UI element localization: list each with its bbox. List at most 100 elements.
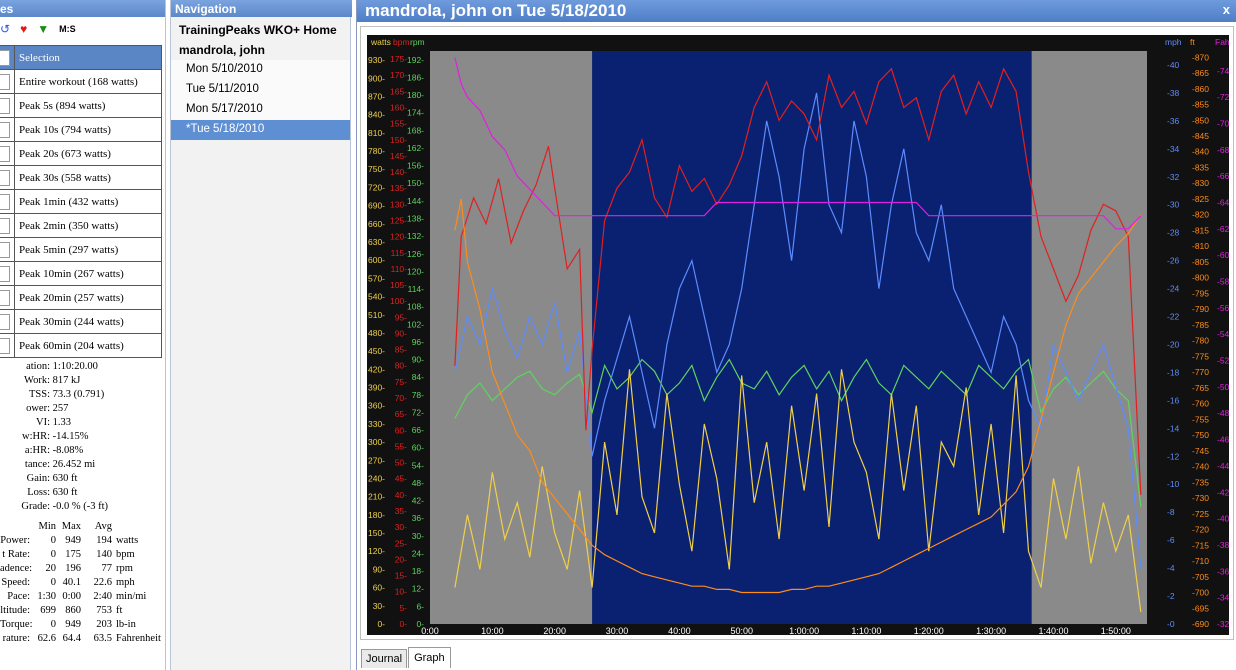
bpm-tick-label: 155-	[390, 119, 407, 129]
minmax-avg: 2:40	[93, 591, 112, 602]
minmax-min: 62.6	[37, 633, 56, 644]
peak-checkbox[interactable]	[0, 213, 15, 238]
down-arrow-icon[interactable]: ▼	[37, 23, 49, 35]
minmax-avg: 203	[96, 619, 112, 630]
graph-window: mandrola, john on Tue 5/18/2010 x 0- 30- 6…	[356, 0, 1236, 670]
peak-checkbox[interactable]	[0, 69, 15, 94]
bpm-tick-label: 15-	[395, 571, 407, 581]
peak-row[interactable]: Peak 60min (204 watts)	[0, 333, 162, 358]
x-tick-label: 40:00	[668, 626, 691, 635]
ft-tick-label: -695	[1192, 603, 1209, 613]
peak-label: Peak 10s (794 watts)	[14, 117, 162, 142]
minmax-max: 949	[65, 535, 81, 546]
rpm-tick-label: 156-	[407, 161, 424, 171]
peak-checkbox[interactable]	[0, 117, 15, 142]
undo-icon[interactable]: ↺	[0, 23, 10, 35]
rpm-tick-label: 96-	[412, 337, 424, 347]
rpm-tick-label: 150-	[407, 178, 424, 188]
nav-date-item[interactable]: *Tue 5/18/2010	[171, 120, 350, 140]
minmax-min: 0	[50, 535, 56, 546]
minmax-min: 0	[50, 619, 56, 630]
rpm-tick-label: 54-	[412, 460, 424, 470]
heart-icon[interactable]: ♥	[20, 23, 27, 35]
watts-tick-label: 30-	[373, 601, 385, 611]
close-icon[interactable]: x	[1223, 2, 1230, 17]
tab-graph[interactable]: Graph	[408, 647, 451, 668]
peaks-panel: es ↺ ♥ ▼ M:S Selection Entire workout (1…	[0, 0, 166, 670]
nav-date-item[interactable]: Mon 5/10/2010	[171, 60, 350, 80]
workout-stats: ation: 1:10:20.00 Work: 817 kJ TSS: 73.3 (…	[0, 361, 165, 647]
peak-row[interactable]: Peak 1min (432 watts)	[0, 189, 162, 214]
peak-row[interactable]: Peak 2min (350 watts)	[0, 213, 162, 238]
peak-checkbox[interactable]	[0, 237, 15, 262]
minmax-row: Speed: 0 40.1 22.6 mph	[0, 577, 165, 591]
select-all-checkbox[interactable]	[0, 45, 15, 70]
ft-tick-label: -810	[1192, 241, 1209, 251]
rpm-axis-label: rpm	[410, 37, 425, 47]
x-tick-label: 30:00	[606, 626, 629, 635]
bpm-tick-label: 75-	[395, 377, 407, 387]
peak-row[interactable]: Peak 30s (558 watts)	[0, 165, 162, 190]
stat-label: Gain:	[26, 473, 50, 484]
ft-tick-label: -785	[1192, 320, 1209, 330]
minmax-unit: ft	[116, 605, 123, 616]
peak-row[interactable]: Peak 20min (257 watts)	[0, 285, 162, 310]
peak-row[interactable]: Peak 5min (297 watts)	[0, 237, 162, 262]
ms-toggle[interactable]: M:S	[59, 23, 76, 35]
stat-value: 630 ft	[52, 473, 78, 484]
minmax-row: Pace: 1:30 0:00 2:40 min/mi	[0, 591, 165, 605]
rpm-tick-label: 24-	[412, 548, 424, 558]
ft-tick-label: -790	[1192, 304, 1209, 314]
stat-row: Loss: 630 ft	[0, 487, 165, 501]
ft-tick-label: -700	[1192, 588, 1209, 598]
selection-header: Selection	[14, 45, 162, 70]
mph-tick-label: -38	[1167, 88, 1180, 98]
ft-tick-label: -770	[1192, 367, 1209, 377]
ft-axis-label: ft	[1190, 37, 1195, 47]
peak-row[interactable]: Peak 10s (794 watts)	[0, 117, 162, 142]
peak-checkbox[interactable]	[0, 285, 15, 310]
ft-tick-label: -710	[1192, 556, 1209, 566]
ft-tick-label: -795	[1192, 288, 1209, 298]
nav-date-item[interactable]: Mon 5/17/2010	[171, 100, 350, 120]
peak-checkbox[interactable]	[0, 333, 15, 358]
x-tick-label: 1:50:00	[1101, 626, 1131, 635]
nav-athlete[interactable]: mandrola, john	[171, 40, 350, 60]
rpm-tick-label: 120-	[407, 266, 424, 276]
peak-row[interactable]: Peak 5s (894 watts)	[0, 93, 162, 118]
peak-checkbox[interactable]	[0, 93, 15, 118]
peaks-table-header: Selection	[0, 45, 162, 70]
nav-home[interactable]: TrainingPeaks WKO+ Home	[171, 20, 350, 40]
ft-tick-label: -750	[1192, 430, 1209, 440]
peak-checkbox[interactable]	[0, 141, 15, 166]
x-tick-label: 0:00	[421, 626, 439, 635]
stat-label: Work:	[24, 375, 50, 386]
mph-tick-label: -10	[1167, 479, 1180, 489]
stat-label: ower:	[26, 403, 50, 414]
stat-value: 257	[52, 403, 69, 414]
minmax-label: t Rate:	[2, 549, 30, 560]
ft-tick-label: -690	[1192, 619, 1209, 629]
workout-chart[interactable]: 0- 30- 60- 90- 120- 150- 180- 210- 240- 270- 300- 3…	[367, 35, 1229, 635]
peak-row[interactable]: Peak 10min (267 watts)	[0, 261, 162, 286]
peak-checkbox[interactable]	[0, 309, 15, 334]
watts-tick-label: 570-	[368, 273, 385, 283]
peak-checkbox[interactable]	[0, 165, 15, 190]
peak-label: Peak 1min (432 watts)	[14, 189, 162, 214]
peak-row[interactable]: Peak 30min (244 watts)	[0, 309, 162, 334]
peak-row[interactable]: Peak 20s (673 watts)	[0, 141, 162, 166]
stat-label: ation:	[26, 361, 50, 372]
ft-tick-label: -850	[1192, 115, 1209, 125]
peak-label: Peak 2min (350 watts)	[14, 213, 162, 238]
navigation-panel: Navigation TrainingPeaks WKO+ Home mandr…	[170, 0, 352, 670]
stat-label: w:HR:	[21, 431, 50, 442]
x-tick-label: 1:20:00	[914, 626, 944, 635]
peak-checkbox[interactable]	[0, 189, 15, 214]
nav-date-item[interactable]: Tue 5/11/2010	[171, 80, 350, 100]
peak-row[interactable]: Entire workout (168 watts)	[0, 69, 162, 94]
tab-journal[interactable]: Journal	[361, 649, 408, 668]
peak-checkbox[interactable]	[0, 261, 15, 286]
peaks-toolbar: ↺ ♥ ▼ M:S	[0, 17, 165, 41]
peak-label: Peak 30min (244 watts)	[14, 309, 162, 334]
peak-label: Peak 5min (297 watts)	[14, 237, 162, 262]
